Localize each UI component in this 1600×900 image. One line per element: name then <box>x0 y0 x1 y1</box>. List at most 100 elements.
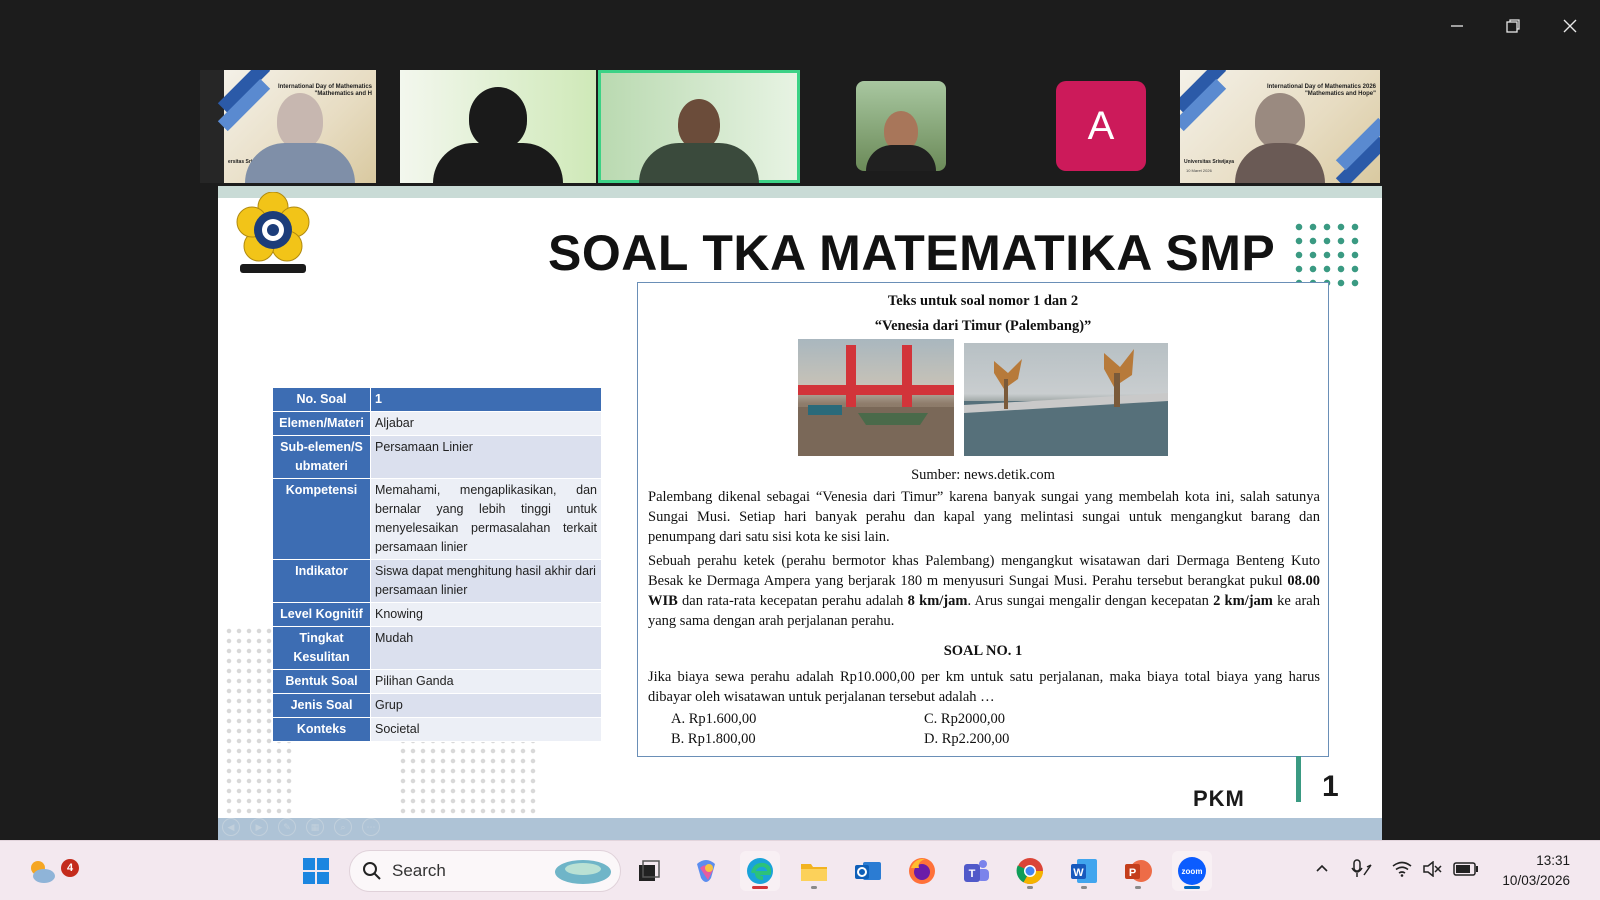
zoom-icon[interactable]: ⌕ <box>334 818 352 836</box>
textbox-heading: Teks untuk soal nomor 1 dan 2 <box>887 293 1079 309</box>
table-key: Jenis Soal <box>272 693 371 718</box>
start-button[interactable] <box>296 851 336 891</box>
participant-tile-2[interactable] <box>400 70 596 183</box>
table-row: Indikator Siswa dapat menghitung hasil a… <box>272 559 602 603</box>
slideshow-controls: ◀ ▶ ✎ ▦ ⌕ ⋯ <box>222 818 380 836</box>
table-row: No. Soal 1 <box>272 387 602 412</box>
minimize-button[interactable] <box>1434 8 1480 44</box>
taskbar-teams[interactable]: T <box>956 851 996 891</box>
taskbar-word[interactable]: W <box>1064 851 1104 891</box>
chevron-up-icon <box>1316 864 1328 872</box>
taskbar-outlook[interactable] <box>848 851 888 891</box>
zoom-meeting-window: International Day of Mathematics "Mathem… <box>0 0 1600 840</box>
participant-person <box>866 111 936 171</box>
participant-person <box>639 99 759 183</box>
table-value: Memahami, mengaplikasikan, dan bernalar … <box>370 478 602 560</box>
copilot-icon <box>697 860 715 882</box>
task-view-button[interactable] <box>629 851 669 891</box>
slide-top-bar <box>218 186 1382 198</box>
table-row: Konteks Societal <box>272 717 602 742</box>
question-info-table: No. Soal 1 Elemen/Materi Aljabar Sub-ele… <box>272 387 602 742</box>
thumb-subtitle: Universitas Sriwijaya <box>1184 159 1235 165</box>
paragraph-text: . Arus sungai mengalir dengan kecepatan <box>967 593 1214 609</box>
copilot-button[interactable] <box>686 851 726 891</box>
grid-view-icon[interactable]: ▦ <box>306 818 324 836</box>
table-key: Elemen/Materi <box>272 411 371 436</box>
table-value: Siswa dapat menghitung hasil akhir dari … <box>370 559 602 603</box>
taskbar-edge[interactable] <box>740 851 780 891</box>
option-a: A. Rp1.600,00 <box>671 711 757 727</box>
weather-widget[interactable]: 4 <box>22 851 79 891</box>
taskbar-firefox[interactable] <box>902 851 942 891</box>
powerpoint-icon: P <box>1125 860 1152 882</box>
question-title: SOAL NO. 1 <box>943 643 1023 659</box>
more-options-icon[interactable]: ⋯ <box>362 818 380 836</box>
svg-text:zoom: zoom <box>1182 867 1203 876</box>
teams-icon: T <box>964 860 989 882</box>
word-icon: W <box>1071 859 1097 883</box>
table-value: Persamaan Linier <box>370 435 602 479</box>
table-value: Societal <box>370 717 602 742</box>
question-text-box: Teks untuk soal nomor 1 dan 2 “Venesia d… <box>637 282 1329 757</box>
photo-river-promenade <box>964 343 1168 456</box>
university-logo <box>236 192 310 273</box>
thumb-date: 10 Maret 2026 <box>1186 168 1212 173</box>
participant-tile-3-active-speaker[interactable] <box>598 70 800 183</box>
svg-text:W: W <box>1073 867 1084 879</box>
participant-person <box>433 87 563 183</box>
table-value: Knowing <box>370 602 602 627</box>
zoom-app-icon: zoom <box>1178 857 1206 885</box>
task-view-icon <box>639 860 660 881</box>
decor-dots <box>398 736 538 816</box>
svg-text:T: T <box>969 868 976 880</box>
boat-speed: 8 km/jam <box>907 593 968 609</box>
close-icon <box>1563 19 1577 33</box>
participant-tile-1[interactable]: International Day of Mathematics "Mathem… <box>200 70 376 183</box>
next-slide-icon[interactable]: ▶ <box>250 818 268 836</box>
wifi-icon <box>1392 861 1412 877</box>
taskbar-clock[interactable]: 13:31 10/03/2026 <box>1502 851 1570 891</box>
paragraph-intro: Palembang dikenal sebagai “Venesia dari … <box>648 489 1320 545</box>
current-speed: 2 km/jam <box>1213 593 1273 609</box>
firefox-icon <box>909 858 935 884</box>
volume-tray-button[interactable] <box>1418 855 1446 883</box>
table-row: Sub-elemen/Submateri Persamaan Linier <box>272 435 602 479</box>
restore-button[interactable] <box>1490 8 1536 44</box>
taskbar-search[interactable]: Search <box>349 850 621 892</box>
table-row: Kompetensi Memahami, mengaplikasikan, da… <box>272 478 602 560</box>
table-key: No. Soal <box>272 387 371 412</box>
footer-label: PKM <box>1193 786 1245 811</box>
table-row: Jenis Soal Grup <box>272 693 602 718</box>
restore-icon <box>1506 19 1520 33</box>
table-row: Tingkat Kesulitan Mudah <box>272 626 602 670</box>
table-key: Bentuk Soal <box>272 669 371 694</box>
taskbar-powerpoint[interactable]: P <box>1118 851 1158 891</box>
microphone-tray-button[interactable] <box>1348 855 1376 883</box>
participant-avatar-letter[interactable]: A <box>1056 81 1146 171</box>
battery-icon <box>1453 862 1478 876</box>
photo-source: Sumber: news.detik.com <box>911 467 1055 483</box>
minimize-icon <box>1451 25 1463 27</box>
taskbar-zoom[interactable]: zoom <box>1172 851 1212 891</box>
folder-icon <box>801 864 827 881</box>
paragraph-story: Sebuah perahu ketek (perahu bermotor kha… <box>648 551 1320 631</box>
taskbar-file-explorer[interactable] <box>794 851 834 891</box>
wifi-tray-button[interactable] <box>1388 855 1416 883</box>
outlook-icon <box>855 862 881 880</box>
edge-browser-icon <box>747 858 773 884</box>
participant-person <box>245 93 355 183</box>
table-value: Mudah <box>370 626 602 670</box>
option-b: B. Rp1.800,00 <box>671 731 756 747</box>
battery-tray-button[interactable] <box>1452 855 1480 883</box>
show-hidden-icons-button[interactable] <box>1308 855 1336 883</box>
participant-tile-4[interactable] <box>856 81 946 171</box>
participant-tile-6[interactable]: International Day of Mathematics 2026 "M… <box>1180 70 1380 183</box>
page-number: 1 <box>1322 770 1339 803</box>
option-d: D. Rp2.200,00 <box>924 731 1010 747</box>
slide-title: SOAL TKA MATEMATIKA SMP <box>548 225 1276 281</box>
pen-icon[interactable]: ✎ <box>278 818 296 836</box>
page-accent-bar <box>1296 756 1301 802</box>
previous-slide-icon[interactable]: ◀ <box>222 818 240 836</box>
close-button[interactable] <box>1547 8 1593 44</box>
taskbar-chrome[interactable] <box>1010 851 1050 891</box>
